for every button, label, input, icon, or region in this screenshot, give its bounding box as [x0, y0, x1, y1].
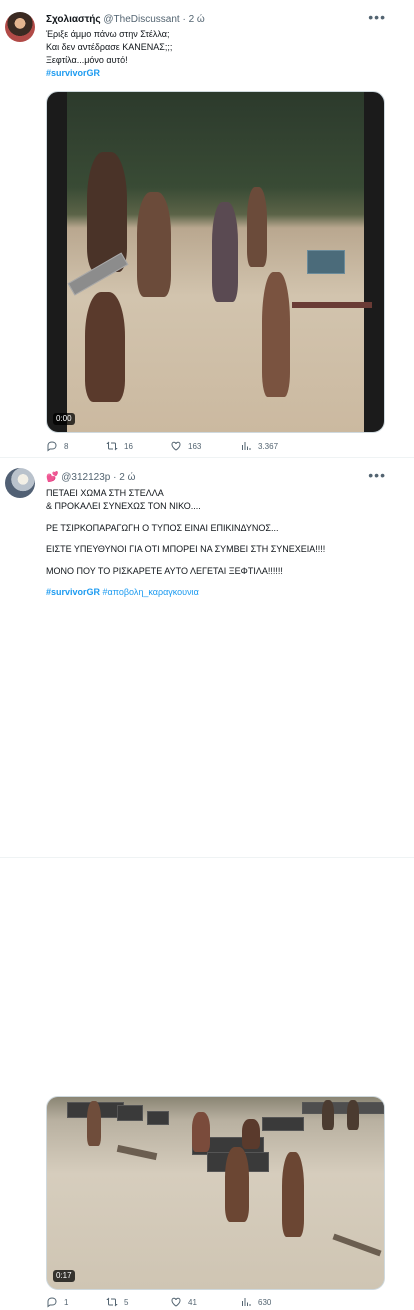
reply-icon: [47, 441, 57, 452]
tweet-text: Έριξε άμμο πάνω στην Στέλλα; Και δεν αντ…: [46, 28, 172, 80]
reply-count: 8: [64, 441, 69, 451]
reply-count: 1: [64, 1297, 69, 1307]
separator-dot: ·: [182, 14, 186, 25]
video-player[interactable]: 0:17: [46, 1096, 385, 1290]
views-count: 3.367: [258, 441, 279, 451]
hashtag-link[interactable]: #survivorGR: [46, 67, 172, 80]
like-icon: [171, 441, 181, 451]
retweet-button[interactable]: 5: [106, 1296, 128, 1308]
views-button[interactable]: 630: [240, 1296, 271, 1308]
more-icon[interactable]: •••: [368, 467, 386, 483]
video-time: 0:17: [53, 1270, 75, 1282]
views-count: 630: [258, 1297, 272, 1307]
reply-button[interactable]: 1: [46, 1296, 68, 1308]
tweet-line: ΕΙΣΤΕ ΥΠΕΥΘΥΝΟΙ ΓΙΑ ΟΤΙ ΜΠΟΡΕΙ ΝΑ ΣΥΜΒΕΙ…: [46, 544, 326, 554]
hearts-emoji-icon: 💕: [46, 472, 59, 483]
retweet-count: 16: [124, 441, 133, 451]
tweet-line: Και δεν αντέδρασε ΚΑΝΕΝΑΣ;;;: [46, 42, 173, 52]
hashtag-link[interactable]: #αποβολη_καραγκουνια: [103, 587, 199, 597]
views-icon: [242, 442, 251, 450]
separator-dot: ·: [113, 472, 117, 483]
retweet-button[interactable]: 16: [106, 440, 133, 452]
retweet-count: 5: [124, 1297, 129, 1307]
avatar[interactable]: [5, 468, 35, 498]
action-bar: 8 16 163 3.367: [46, 440, 385, 454]
retweet-icon: [106, 441, 118, 451]
like-icon: [171, 1297, 181, 1307]
tweet[interactable]: Σχολιαστής @TheDiscussant · 2 ώ ••• Έριξ…: [0, 0, 414, 458]
retweet-icon: [106, 1297, 118, 1307]
tweet-line: ΠΕΤΑΕΙ ΧΩΜΑ ΣΤΗ ΣΤΕΛΛΑ: [46, 488, 164, 498]
like-button[interactable]: 41: [170, 1296, 197, 1308]
avatar[interactable]: [5, 12, 35, 42]
tweet-text: ΠΕΤΑΕΙ ΧΩΜΑ ΣΤΗ ΣΤΕΛΛΑ & ΠΡΟΚΑΛΕΙ ΣΥΝΕΧΩ…: [46, 487, 325, 599]
hashtag-link[interactable]: #survivorGR: [46, 587, 100, 597]
tweet-line: & ΠΡΟΚΑΛΕΙ ΣΥΝΕΧΩΣ ΤΟΝ ΝΙΚΟ....: [46, 501, 201, 511]
author-handle[interactable]: @312123p: [61, 472, 110, 483]
action-bar: 1 5 41 630: [46, 1296, 385, 1310]
like-button[interactable]: 163: [170, 440, 201, 452]
video-frame: [67, 92, 372, 432]
author-handle[interactable]: @TheDiscussant: [103, 14, 179, 25]
author-name[interactable]: Σχολιαστής: [46, 14, 101, 25]
tweet-line: Ξεφτίλα...μόνο αυτό!: [46, 55, 128, 65]
video-time: 0:00: [53, 413, 75, 425]
tweet-header: 💕 @312123p · 2 ώ: [46, 471, 384, 484]
more-icon[interactable]: •••: [368, 9, 386, 25]
tweet-line: Έριξε άμμο πάνω στην Στέλλα;: [46, 29, 170, 39]
video-player[interactable]: 0:00: [46, 91, 385, 433]
like-count: 41: [188, 1297, 197, 1307]
tweet[interactable]: 💕 @312123p · 2 ώ ••• ΠΕΤΑΕΙ ΧΩΜΑ ΣΤΗ ΣΤΕ…: [0, 458, 414, 1308]
views-button[interactable]: 3.367: [240, 440, 278, 452]
tweet-line: ΡΕ ΤΣΙΡΚΟΠΑΡΑΓΩΓΗ Ο ΤΥΠΟΣ ΕΙΝΑΙ ΕΠΙΚΙΝΔΥ…: [46, 522, 279, 533]
tweet-header: Σχολιαστής @TheDiscussant · 2 ώ: [46, 13, 384, 26]
reply-icon: [47, 1297, 57, 1308]
reply-button[interactable]: 8: [46, 440, 68, 452]
timestamp[interactable]: 2 ώ: [189, 14, 205, 25]
views-icon: [242, 1298, 251, 1306]
video-frame: [47, 1097, 384, 1289]
like-count: 163: [188, 441, 202, 451]
tweet-line: ΜΟΝΟ ΠΟΥ ΤΟ ΡΙΣΚΑΡΕΤΕ ΑΥΤΟ ΛΕΓΕΤΑΙ ΞΕΦΤΙ…: [46, 565, 283, 576]
timestamp[interactable]: 2 ώ: [119, 472, 135, 483]
